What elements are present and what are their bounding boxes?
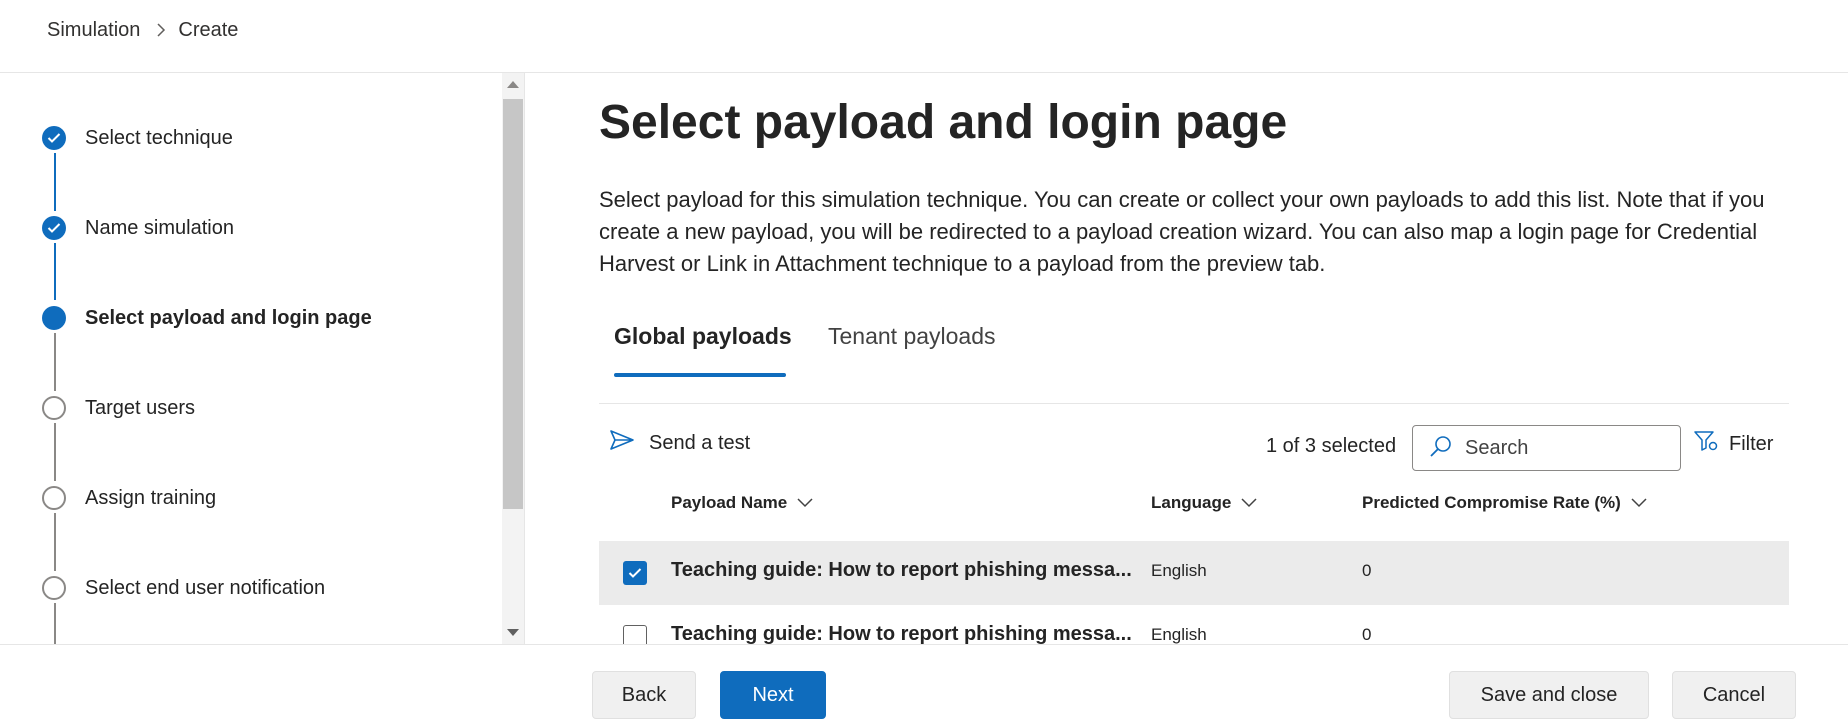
- panel-divider: [524, 73, 525, 644]
- step-current-icon: [42, 306, 66, 330]
- row-checkbox[interactable]: [623, 561, 647, 585]
- table-row[interactable]: Teaching guide: How to report phishing m…: [599, 541, 1789, 605]
- compromise-rate-cell: 0: [1362, 561, 1372, 580]
- save-and-close-button[interactable]: Save and close: [1449, 671, 1649, 719]
- page-description: Select payload for this simulation techn…: [599, 187, 1765, 276]
- step-connector: [54, 513, 56, 571]
- column-header-compromise-rate[interactable]: Predicted Compromise Rate (%): [1362, 493, 1647, 513]
- wizard-scrollbar[interactable]: [502, 73, 524, 644]
- step-complete-icon: [42, 126, 66, 150]
- step-connector: [54, 243, 56, 300]
- filter-label: Filter: [1729, 432, 1774, 455]
- send-test-label: Send a test: [649, 431, 751, 454]
- step-connector: [54, 603, 56, 644]
- wizard-footer: Back Next Save and close Cancel: [0, 644, 1848, 725]
- column-header-language[interactable]: Language: [1151, 493, 1257, 513]
- step-pending-icon: [42, 486, 66, 510]
- tabs-divider: [599, 403, 1789, 404]
- send-test-button[interactable]: Send a test: [609, 429, 750, 457]
- wizard-step-assign-training[interactable]: Assign training: [42, 483, 216, 513]
- back-button[interactable]: Back: [592, 671, 696, 719]
- tab-tenant-payloads[interactable]: Tenant payloads: [828, 323, 996, 350]
- chevron-down-icon: [1631, 498, 1647, 508]
- search-icon: [1429, 434, 1453, 463]
- row-checkbox[interactable]: [623, 625, 647, 644]
- breadcrumb-simulation[interactable]: Simulation: [47, 19, 140, 42]
- step-connector: [54, 423, 56, 481]
- chevron-down-icon: [797, 498, 813, 508]
- wizard-step-select-payload[interactable]: Select payload and login page: [42, 303, 372, 333]
- page-title: Select payload and login page: [599, 96, 1288, 149]
- wizard-step-select-technique[interactable]: Select technique: [42, 123, 233, 153]
- step-connector: [54, 153, 56, 211]
- cancel-button[interactable]: Cancel: [1672, 671, 1796, 719]
- scroll-down-icon[interactable]: [507, 629, 519, 636]
- wizard-step-name-simulation[interactable]: Name simulation: [42, 213, 234, 243]
- scroll-up-icon[interactable]: [507, 81, 519, 88]
- main-content: Select payload and login page Select pay…: [599, 73, 1789, 644]
- payload-name-cell[interactable]: Teaching guide: How to report phishing m…: [671, 559, 1141, 582]
- scrollbar-thumb[interactable]: [503, 99, 523, 509]
- wizard-step-label: Target users: [85, 396, 196, 419]
- wizard-step-label: Select payload and login page: [85, 306, 372, 329]
- wizard-step-end-user-notification[interactable]: Select end user notification: [42, 573, 325, 603]
- selection-count: 1 of 3 selected: [1266, 435, 1397, 457]
- table-header: Payload Name Language Predicted Compromi…: [599, 483, 1789, 525]
- step-pending-icon: [42, 396, 66, 420]
- wizard-steps: Select technique Name simulation Select …: [0, 73, 502, 644]
- wizard-step-label: Name simulation: [85, 216, 234, 239]
- chevron-down-icon: [1241, 498, 1257, 508]
- payload-tabs: Global payloads Tenant payloads: [599, 323, 1789, 381]
- filter-button[interactable]: Filter: [1693, 429, 1773, 459]
- chevron-right-icon: [156, 23, 166, 37]
- filter-icon: [1693, 429, 1719, 459]
- column-header-label: Payload Name: [671, 493, 788, 512]
- step-connector: [54, 333, 56, 391]
- wizard-step-label: Select technique: [85, 126, 233, 149]
- breadcrumb-create: Create: [178, 18, 239, 41]
- search-input[interactable]: Search: [1412, 425, 1681, 471]
- language-cell: English: [1151, 625, 1207, 644]
- checkmark-icon: [628, 568, 642, 578]
- payload-name-cell[interactable]: Teaching guide: How to report phishing m…: [671, 623, 1141, 644]
- step-complete-icon: [42, 216, 66, 240]
- compromise-rate-cell: 0: [1362, 625, 1372, 644]
- wizard-step-target-users[interactable]: Target users: [42, 393, 195, 423]
- tab-global-payloads[interactable]: Global payloads: [614, 323, 792, 350]
- wizard-step-label: Select end user notification: [85, 576, 326, 599]
- wizard-step-label: Assign training: [85, 486, 217, 509]
- search-placeholder: Search: [1465, 436, 1529, 459]
- send-icon: [609, 429, 635, 457]
- step-pending-icon: [42, 576, 66, 600]
- active-tab-indicator: [614, 373, 786, 377]
- column-header-payload-name[interactable]: Payload Name: [671, 493, 813, 513]
- language-cell: English: [1151, 561, 1207, 580]
- next-button[interactable]: Next: [720, 671, 826, 719]
- column-header-label: Predicted Compromise Rate (%): [1362, 493, 1621, 512]
- breadcrumb: Simulation Create: [47, 18, 238, 42]
- column-header-label: Language: [1151, 493, 1232, 512]
- table-toolbar: Send a test 1 of 3 selected Search Filte…: [599, 417, 1789, 475]
- table-row[interactable]: Teaching guide: How to report phishing m…: [599, 605, 1789, 644]
